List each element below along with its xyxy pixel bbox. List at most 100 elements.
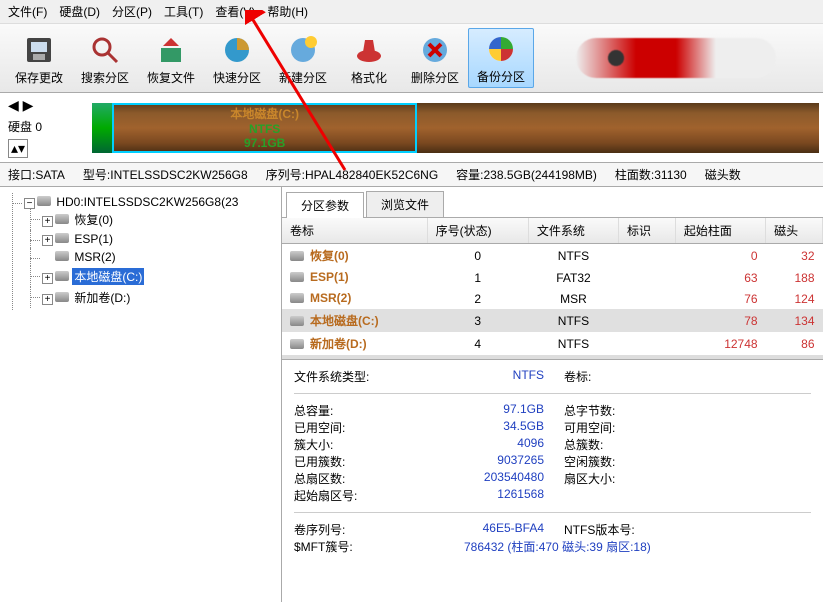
volume-icon — [290, 272, 304, 282]
tabs: 分区参数 浏览文件 — [282, 187, 823, 218]
seg-c[interactable]: 本地磁盘(C:) NTFS 97.1GB — [112, 103, 417, 153]
disk-map[interactable]: 本地磁盘(C:) NTFS 97.1GB — [92, 103, 819, 153]
volserial-label: 卷序列号: — [294, 521, 424, 538]
logo-area — [534, 28, 817, 88]
detail-key2: 总字节数: — [544, 402, 664, 419]
col-header[interactable]: 文件系统 — [528, 218, 618, 244]
menu-view[interactable]: 查看(V) — [215, 3, 255, 20]
info-cyl: 柱面数:31130 — [615, 166, 687, 183]
tree-item[interactable]: 恢复(0) — [72, 211, 115, 228]
volume-icon — [55, 214, 69, 224]
expand-icon[interactable]: + — [42, 294, 53, 305]
detail-key: 起始扇区号: — [294, 487, 424, 504]
volume-icon — [290, 251, 304, 261]
format-icon — [352, 33, 386, 67]
info-heads: 磁头数 — [705, 166, 741, 183]
detail-value: 9037265 — [424, 453, 544, 470]
save-button[interactable]: 保存更改 — [6, 28, 72, 88]
ntfsver-label: NTFS版本号: — [544, 521, 664, 538]
table-row[interactable]: 新加卷(D:)4NTFS1274886 — [282, 332, 823, 355]
fstype-value: NTFS — [424, 368, 544, 385]
col-header[interactable]: 磁头 — [766, 218, 823, 244]
table-row[interactable]: ESP(1)1FAT3263188 — [282, 267, 823, 288]
disk-spinner[interactable]: ▴▾ — [8, 139, 28, 158]
detail-key: 总容量: — [294, 402, 424, 419]
col-header[interactable]: 起始柱面 — [675, 218, 765, 244]
recover-icon — [154, 33, 188, 67]
col-header[interactable]: 标识 — [619, 218, 676, 244]
tree-item[interactable]: MSR(2) — [72, 250, 117, 264]
menu-help[interactable]: 帮助(H) — [267, 3, 308, 20]
magnify-icon — [88, 33, 122, 67]
disk-icon — [37, 196, 51, 206]
seg-esp[interactable] — [102, 103, 112, 153]
detail-value: 203540480 — [424, 470, 544, 487]
menu-disk[interactable]: 硬盘(D) — [59, 3, 100, 20]
quick-button[interactable]: 快速分区 — [204, 28, 270, 88]
table-row[interactable]: 恢复(0)0NTFS032 — [282, 244, 823, 268]
menu-file[interactable]: 文件(F) — [8, 3, 47, 20]
new-button[interactable]: 新建分区 — [270, 28, 336, 88]
info-port: 接口:SATA — [8, 166, 65, 183]
menu-tools[interactable]: 工具(T) — [164, 3, 203, 20]
delete-button[interactable]: 删除分区 — [402, 28, 468, 88]
backup-icon — [484, 32, 518, 66]
detail-panel: 文件系统类型:NTFS卷标: 总容量:97.1GB总字节数: 已用空间:34.5G… — [282, 359, 823, 602]
detail-value: 34.5GB — [424, 419, 544, 436]
info-capacity: 容量:238.5GB(244198MB) — [456, 166, 597, 183]
tab-browse[interactable]: 浏览文件 — [366, 191, 444, 217]
new-icon — [286, 33, 320, 67]
vollabel-label: 卷标: — [544, 368, 664, 385]
partition-grid[interactable]: 卷标序号(状态)文件系统标识起始柱面磁头 恢复(0)0NTFS032ESP(1)… — [282, 218, 823, 355]
detail-value: 1261568 — [424, 487, 544, 504]
volume-icon — [55, 271, 69, 281]
expand-icon[interactable]: + — [42, 235, 53, 246]
collapse-icon[interactable]: − — [24, 198, 35, 209]
volume-icon — [55, 292, 69, 302]
seg-d[interactable] — [417, 103, 819, 153]
detail-key: 簇大小: — [294, 436, 424, 453]
mft-label: $MFT簇号: — [294, 538, 424, 555]
volume-icon — [290, 339, 304, 349]
partition-tree[interactable]: − HD0:INTELSSDSC2KW256G8(23 + 恢复(0) + ESP… — [0, 187, 282, 602]
expand-icon[interactable]: + — [42, 216, 53, 227]
expand-icon[interactable]: + — [42, 273, 53, 284]
volume-icon — [290, 293, 304, 303]
menubar: 文件(F) 硬盘(D) 分区(P) 工具(T) 查看(V) 帮助(H) — [0, 0, 823, 24]
col-header[interactable]: 序号(状态) — [427, 218, 528, 244]
tab-params[interactable]: 分区参数 — [286, 192, 364, 218]
tree-item[interactable]: 本地磁盘(C:) — [72, 268, 144, 285]
tree-root[interactable]: HD0:INTELSSDSC2KW256G8(23 — [54, 195, 240, 209]
nav-arrows[interactable]: ◀ ▶ — [8, 97, 33, 114]
detail-key2: 空闲簇数: — [544, 453, 664, 470]
disk-info-bar: 接口:SATA 型号:INTELSSDSC2KW256G8 序列号:HPAL48… — [0, 163, 823, 187]
detail-key: 已用簇数: — [294, 453, 424, 470]
col-header[interactable]: 卷标 — [282, 218, 427, 244]
recover-button[interactable]: 恢复文件 — [138, 28, 204, 88]
detail-value: 97.1GB — [424, 402, 544, 419]
detail-key: 总扇区数: — [294, 470, 424, 487]
volume-icon — [290, 316, 304, 326]
menu-partition[interactable]: 分区(P) — [112, 3, 152, 20]
info-model: 型号:INTELSSDSC2KW256G8 — [83, 166, 248, 183]
table-row[interactable]: 本地磁盘(C:)3NTFS78134 — [282, 309, 823, 332]
volserial-value: 46E5-BFA4 — [424, 521, 544, 538]
backup-button[interactable]: 备份分区 — [468, 28, 534, 88]
floppy-icon — [22, 33, 56, 67]
detail-key2: 扇区大小: — [544, 470, 664, 487]
format-button[interactable]: 格式化 — [336, 28, 402, 88]
mft-value: 786432 (柱面:470 磁头:39 扇区:18) — [424, 538, 651, 555]
search-button[interactable]: 搜索分区 — [72, 28, 138, 88]
fstype-label: 文件系统类型: — [294, 368, 424, 385]
table-row[interactable]: MSR(2)2MSR76124 — [282, 288, 823, 309]
tree-item[interactable]: ESP(1) — [72, 232, 115, 246]
detail-value: 4096 — [424, 436, 544, 453]
disk-label: 硬盘 0 — [8, 118, 42, 135]
tree-item[interactable]: 新加卷(D:) — [72, 289, 132, 306]
seg-recovery[interactable] — [92, 103, 102, 153]
detail-key2 — [544, 487, 664, 504]
pie-icon — [220, 33, 254, 67]
detail-key2: 总簇数: — [544, 436, 664, 453]
detail-key: 已用空间: — [294, 419, 424, 436]
volume-icon — [55, 233, 69, 243]
